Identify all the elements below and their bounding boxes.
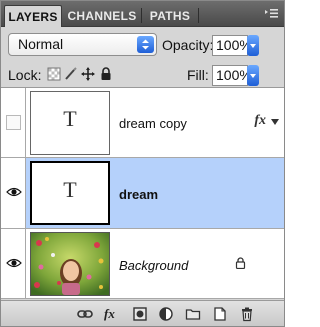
lock-label: Lock: [8,67,42,83]
panel-menu-icon[interactable] [264,8,278,20]
link-layers-icon[interactable] [77,306,93,322]
tab-layers[interactable]: LAYERS [4,5,62,27]
lock-image-pixels-icon[interactable] [64,67,78,81]
adjustment-layer-icon[interactable] [158,306,174,322]
trash-icon[interactable] [239,306,255,322]
fill-dropdown[interactable] [247,65,259,86]
layer-name[interactable]: dream [119,187,158,202]
fill-field[interactable]: 100% [212,65,252,86]
layer-row-dream[interactable]: T dream [1,158,284,229]
layer-thumbnail[interactable] [30,232,110,296]
blend-mode-stepper[interactable] [137,36,154,53]
eye-icon[interactable] [6,258,22,268]
layer-mask-icon[interactable] [132,306,148,322]
fx-icon[interactable]: fx [104,306,126,322]
lock-position-icon[interactable] [81,67,95,81]
layers-toolbar: fx [1,300,284,326]
layer-thumbnail[interactable]: T [30,91,110,155]
panel-tab-bar: LAYERS CHANNELS PATHS [1,1,284,27]
layers-panel: LAYERS CHANNELS PATHS Normal Opacity: 10… [0,0,285,327]
fx-icon[interactable]: fx [254,113,266,129]
lock-all-icon[interactable] [99,67,113,81]
lock-icon [235,257,246,269]
opacity-label: Opacity: [162,37,214,53]
opacity-field[interactable]: 100% [212,35,252,56]
text-layer-glyph: T [63,177,77,202]
new-group-icon[interactable] [185,306,201,322]
blend-mode-select[interactable]: Normal [8,33,157,56]
lock-transparent-pixels-icon[interactable] [47,67,61,81]
opacity-dropdown[interactable] [247,35,259,56]
visibility-column [1,229,26,298]
photo-thumbnail-image [31,233,109,295]
eye-icon[interactable] [6,187,22,197]
expand-effects-icon[interactable] [271,119,279,125]
visibility-column [1,158,26,228]
chevron-down-icon [250,44,256,48]
blend-mode-value: Normal [18,36,64,52]
tab-channels[interactable]: CHANNELS [63,5,141,27]
visibility-column [1,88,26,157]
up-down-arrows-icon [142,39,149,50]
tab-divider [198,8,199,23]
visibility-toggle[interactable] [6,115,21,130]
chevron-down-icon [250,74,256,78]
layer-thumbnail[interactable]: T [30,161,110,225]
new-layer-icon[interactable] [212,306,228,322]
tab-paths[interactable]: PATHS [142,5,198,27]
layer-row-dream-copy[interactable]: T dream copy fx [1,88,284,158]
layer-row-background[interactable]: Background [1,229,284,299]
layer-name[interactable]: Background [119,258,188,273]
fill-label: Fill: [187,67,209,83]
layer-name[interactable]: dream copy [119,116,187,131]
text-layer-glyph: T [63,106,77,131]
